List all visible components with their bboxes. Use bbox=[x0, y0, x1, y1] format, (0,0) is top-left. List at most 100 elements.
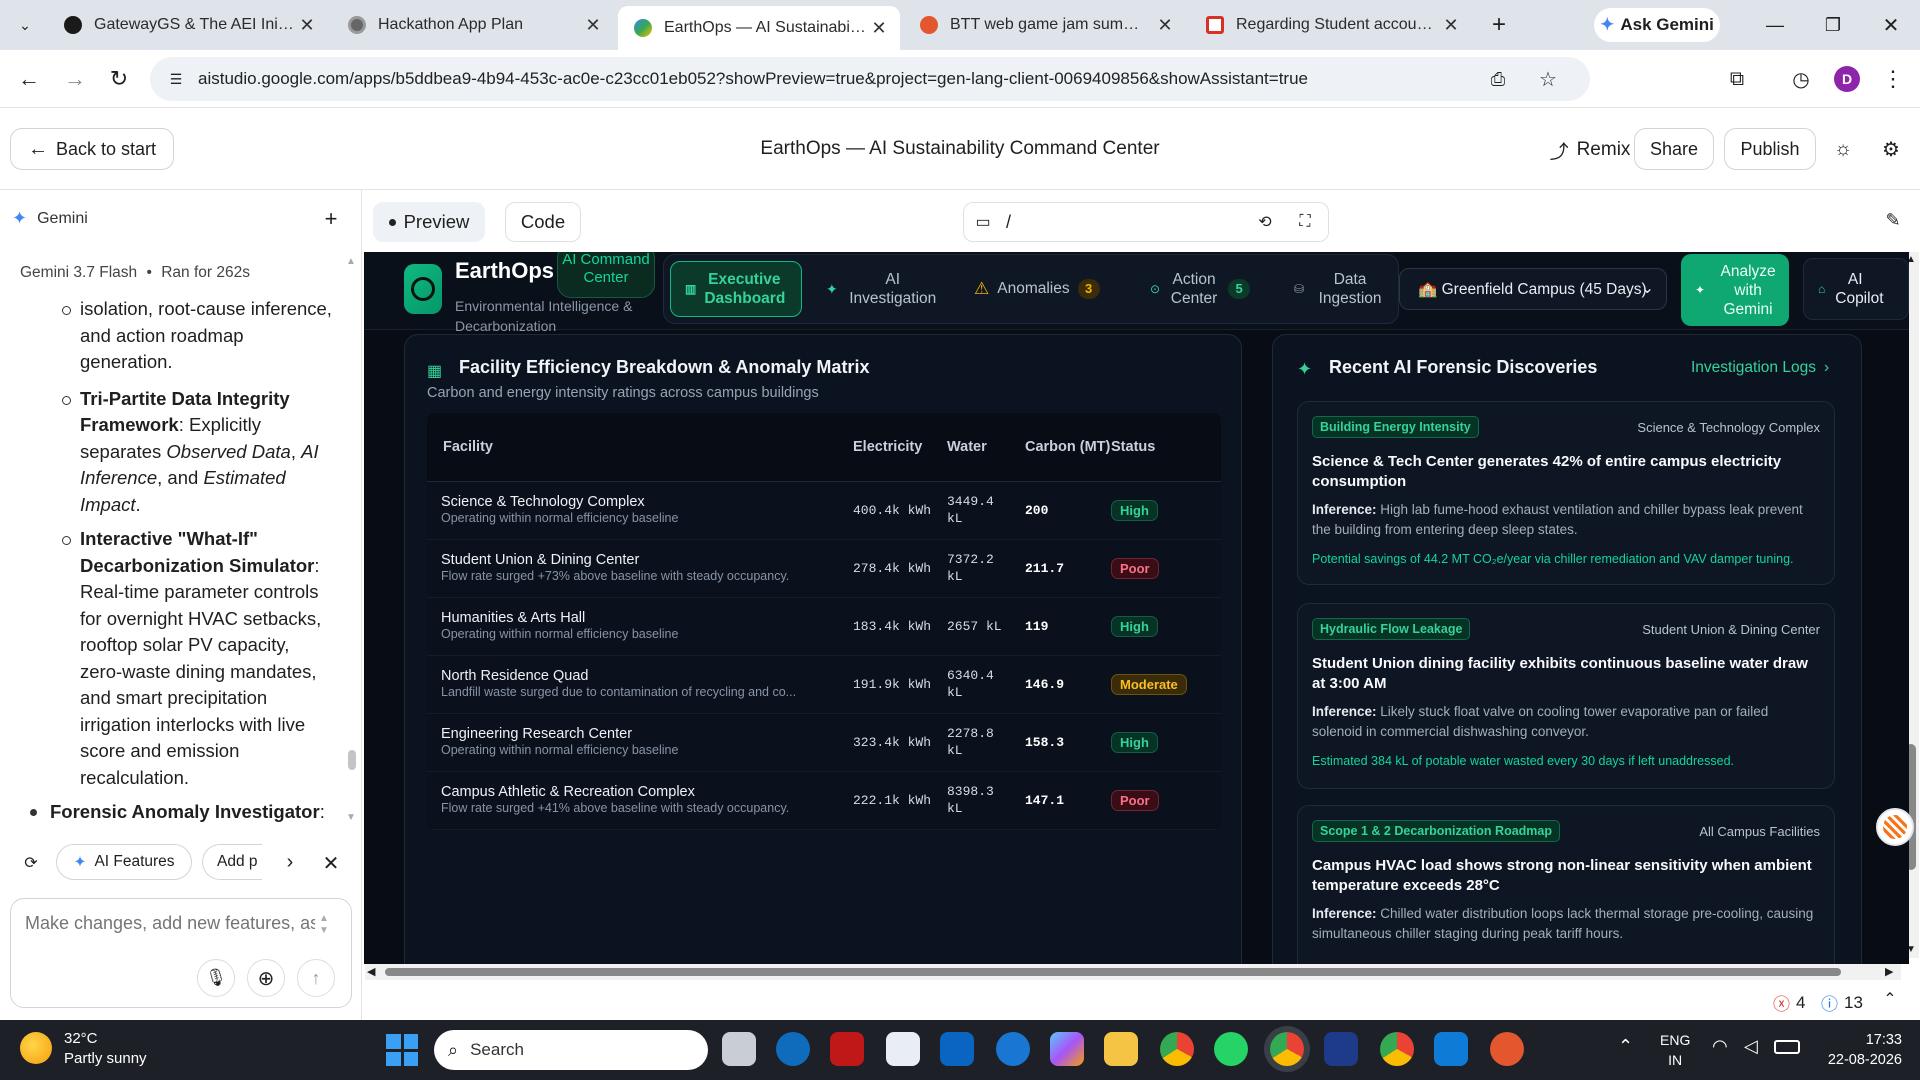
brightness-icon[interactable]: ☼ bbox=[1828, 134, 1858, 164]
clock[interactable]: 17:33 22-08-2026 bbox=[1814, 1030, 1902, 1070]
url-input[interactable]: ☰ aistudio.google.com/apps/b5ddbea9-4b94… bbox=[150, 57, 1590, 101]
back-arrow-icon[interactable]: ← bbox=[14, 64, 44, 94]
maximize-icon[interactable]: ❐ bbox=[1818, 10, 1848, 40]
tray-chevron-icon[interactable]: ⌃ bbox=[1618, 1036, 1633, 1057]
task-view-icon[interactable] bbox=[722, 1032, 756, 1066]
table-row[interactable]: Humanities & Arts Hall Operating within … bbox=[427, 597, 1221, 655]
close-icon[interactable]: ✕ bbox=[318, 850, 344, 876]
profile-avatar[interactable]: D bbox=[1834, 66, 1860, 92]
browser-menu-icon[interactable]: ⋮ bbox=[1878, 64, 1908, 94]
refresh-icon[interactable]: ⟲ bbox=[1254, 211, 1276, 233]
forensic-discovery-card[interactable]: Scope 1 & 2 Decarbonization Roadmap All … bbox=[1297, 805, 1835, 964]
battery-icon[interactable] bbox=[1774, 1040, 1800, 1054]
whatsapp-icon[interactable] bbox=[1214, 1032, 1248, 1066]
code-tab[interactable]: Code bbox=[505, 202, 581, 242]
ask-gemini-button[interactable]: ✦ Ask Gemini bbox=[1594, 8, 1720, 42]
close-icon[interactable]: ✕ bbox=[1438, 15, 1464, 36]
add-chip[interactable]: Add p bbox=[202, 844, 262, 880]
arc-icon[interactable] bbox=[1324, 1032, 1358, 1066]
device-icon[interactable]: ▭ bbox=[972, 211, 994, 233]
table-row[interactable]: Science & Technology Complex Operating w… bbox=[427, 481, 1221, 539]
table-row[interactable]: Campus Athletic & Recreation Complex Flo… bbox=[427, 771, 1221, 829]
help-icon[interactable] bbox=[996, 1032, 1030, 1066]
preview-hscrollbar[interactable]: ◀ ▶ bbox=[365, 964, 1901, 980]
tab-search-chevron-icon[interactable]: ⌄ bbox=[12, 12, 38, 38]
fullscreen-icon[interactable]: ⛶ bbox=[1294, 211, 1316, 233]
chrome-icon[interactable] bbox=[1380, 1032, 1414, 1066]
chevron-right-icon[interactable]: › bbox=[278, 850, 302, 874]
nav-executive-dashboard[interactable]: ▥ Executive Dashboard bbox=[670, 261, 802, 317]
close-icon[interactable]: ✕ bbox=[580, 15, 606, 36]
prompt-input[interactable] bbox=[25, 913, 315, 943]
sparkle-refresh-icon[interactable]: ⟳ bbox=[18, 850, 44, 876]
tab-btt[interactable]: BTT web game jam summer 2026 ✕ bbox=[904, 8, 1186, 42]
tab-hackathon[interactable]: Hackathon App Plan ✕ bbox=[332, 8, 614, 42]
send-arrow-icon[interactable]: ↑ bbox=[297, 959, 335, 997]
extensions-icon[interactable]: ⧉ bbox=[1722, 64, 1752, 94]
tab-gmail[interactable]: Regarding Student account access ✕ bbox=[1190, 8, 1472, 42]
remix-button[interactable]: ⤴ Remix bbox=[1530, 130, 1650, 170]
store-icon[interactable] bbox=[886, 1032, 920, 1066]
start-windows-icon[interactable] bbox=[386, 1034, 418, 1066]
nav-action-center[interactable]: ⊙ Action Center 5 bbox=[1140, 261, 1270, 317]
share-button[interactable]: Share bbox=[1634, 128, 1714, 170]
preview-path-bar[interactable]: ▭ / ⟲ ⛶ bbox=[963, 202, 1329, 242]
tab-earthops[interactable]: EarthOps — AI Sustainability Command Cen… bbox=[618, 6, 900, 50]
back-to-start-button[interactable]: ← Back to start bbox=[10, 128, 174, 170]
chevron-up-icon[interactable]: ⌃ bbox=[1879, 988, 1901, 1010]
wifi-icon[interactable]: ◠ bbox=[1712, 1036, 1728, 1057]
language-indicator[interactable]: ENG IN bbox=[1660, 1030, 1690, 1070]
mcafee-icon[interactable] bbox=[830, 1032, 864, 1066]
tab-gatewaygs[interactable]: GatewayGS & The AEI Initiative ✕ bbox=[48, 8, 328, 42]
file-explorer-icon[interactable] bbox=[1104, 1032, 1138, 1066]
close-window-icon[interactable]: ✕ bbox=[1876, 10, 1906, 40]
nav-ai-investigation[interactable]: ✦ AI Investigation bbox=[814, 261, 944, 317]
taskbar-search[interactable]: ⌕ Search bbox=[434, 1030, 708, 1070]
close-icon[interactable]: ✕ bbox=[294, 15, 320, 36]
chrome-active-icon[interactable] bbox=[1270, 1032, 1304, 1066]
performance-icon[interactable]: ◷ bbox=[1786, 64, 1816, 94]
minimize-icon[interactable]: — bbox=[1760, 10, 1790, 40]
preview-hscrollbar-thumb[interactable] bbox=[385, 968, 1841, 976]
nav-anomalies[interactable]: ⚠ Anomalies 3 bbox=[964, 261, 1104, 317]
site-info-icon[interactable]: ☰ bbox=[166, 69, 186, 89]
scrollbar-up-icon[interactable]: ▲ bbox=[346, 256, 356, 267]
hp-icon[interactable] bbox=[776, 1032, 810, 1066]
scrollbar-down-icon[interactable]: ▼ bbox=[346, 812, 356, 823]
new-chat-plus-icon[interactable]: + bbox=[318, 206, 344, 232]
table-row[interactable]: Student Union & Dining Center Flow rate … bbox=[427, 539, 1221, 597]
close-icon[interactable]: ✕ bbox=[866, 18, 892, 39]
publish-button[interactable]: Publish bbox=[1724, 128, 1816, 170]
settings-gear-icon[interactable]: ⚙ bbox=[1876, 134, 1906, 164]
bookmark-star-icon[interactable]: ☆ bbox=[1536, 67, 1560, 91]
forensic-discovery-card[interactable]: Building Energy Intensity Science & Tech… bbox=[1297, 401, 1835, 585]
microphone-icon[interactable]: 🎙 bbox=[197, 959, 235, 997]
table-row[interactable]: North Residence Quad Landfill waste surg… bbox=[427, 655, 1221, 713]
forward-arrow-icon[interactable]: → bbox=[60, 64, 90, 94]
scrollbar-left-icon[interactable]: ◀ bbox=[367, 965, 375, 978]
new-tab-icon[interactable]: + bbox=[1484, 10, 1514, 40]
floating-assistant-avatar[interactable] bbox=[1876, 808, 1914, 846]
analyze-with-gemini-button[interactable]: ✦ Analyze with Gemini bbox=[1681, 254, 1789, 326]
ai-features-chip[interactable]: ✦ AI Features bbox=[56, 844, 192, 880]
forensic-discovery-card[interactable]: Hydraulic Flow Leakage Student Union & D… bbox=[1297, 603, 1835, 789]
ai-copilot-button[interactable]: ⌂ AI Copilot bbox=[1803, 258, 1909, 320]
chrome-profile-icon[interactable] bbox=[1160, 1032, 1194, 1066]
weather-widget[interactable]: 32°C Partly sunny bbox=[20, 1030, 190, 1070]
chat-scrollbar-thumb[interactable] bbox=[348, 750, 356, 770]
volume-icon[interactable]: ◁ bbox=[1744, 1036, 1758, 1057]
claude-icon[interactable] bbox=[1490, 1032, 1524, 1066]
scrollbar-right-icon[interactable]: ▶ bbox=[1885, 965, 1893, 978]
copilot-icon[interactable] bbox=[1050, 1032, 1084, 1066]
error-count[interactable]: ⓧ 4 bbox=[1773, 990, 1805, 1015]
outlook-icon[interactable] bbox=[940, 1032, 974, 1066]
nav-data-ingestion[interactable]: ⛁ Data Ingestion bbox=[1284, 261, 1396, 317]
add-attachment-icon[interactable]: ⊕ bbox=[247, 959, 285, 997]
vscode-icon[interactable] bbox=[1434, 1032, 1468, 1066]
prompt-scroll-icon[interactable]: ▲ ▼ bbox=[319, 913, 329, 937]
campus-select[interactable]: 🏫 Greenfield Campus (45 Days) ⌄ bbox=[1399, 268, 1667, 310]
close-icon[interactable]: ✕ bbox=[1152, 15, 1178, 36]
reload-icon[interactable]: ↻ bbox=[104, 64, 134, 94]
table-row[interactable]: Engineering Research Center Operating wi… bbox=[427, 713, 1221, 771]
install-app-icon[interactable]: ⎙ bbox=[1486, 67, 1510, 91]
